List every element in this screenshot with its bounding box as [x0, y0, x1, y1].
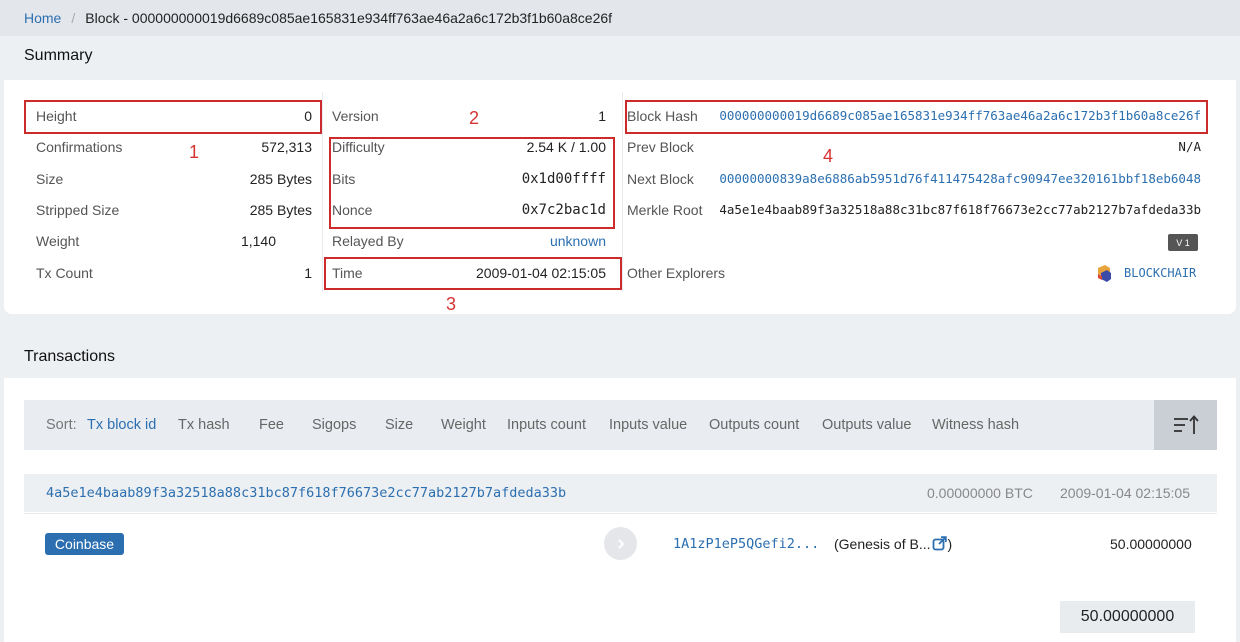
- confirmations-row: Confirmations 572,313: [36, 131, 312, 162]
- prev-block-value: N/A: [1178, 139, 1201, 154]
- merkle-root-label: Merkle Root: [627, 201, 703, 218]
- prev-block-row: Prev Block N/A: [627, 131, 1201, 162]
- tx-count-value: 1: [304, 264, 312, 281]
- output-label-text: (Genesis of B...: [834, 536, 931, 552]
- size-row: Size 285 Bytes: [36, 163, 312, 194]
- sort-direction-button[interactable]: [1154, 400, 1217, 450]
- sort-option-size[interactable]: Size: [385, 417, 413, 433]
- annotation-box-2: [329, 137, 615, 229]
- output-label-close: ): [947, 536, 953, 552]
- next-block-label: Next Block: [627, 170, 694, 187]
- summary-title: Summary: [0, 36, 1240, 76]
- tx-count-label: Tx Count: [36, 264, 93, 281]
- relayed-by-row: Relayed By unknown: [332, 225, 606, 256]
- sort-option-outputs-count[interactable]: Outputs count: [709, 417, 799, 433]
- transaction-hash-link[interactable]: 4a5e1e4baab89f3a32518a88c31bc87f618f7667…: [46, 485, 566, 501]
- transaction-fee: 0.00000000 BTC: [927, 485, 1033, 501]
- other-explorers-row: Other Explorers: [627, 257, 1201, 288]
- relayed-by-label: Relayed By: [332, 232, 404, 249]
- confirmations-value: 572,313: [261, 138, 312, 155]
- column-divider: [622, 92, 623, 292]
- sort-bar: Sort: Tx block id Tx hash Fee Sigops Siz…: [24, 400, 1217, 450]
- annotation-box-4: [625, 100, 1208, 134]
- next-block-row: Next Block 00000000839a8e6886ab5951d76f41…: [627, 163, 1201, 194]
- sort-option-tx-hash[interactable]: Tx hash: [178, 417, 230, 433]
- coinbase-badge: Coinbase: [45, 533, 124, 555]
- annotation-box-3: [324, 257, 622, 290]
- transactions-title: Transactions: [24, 348, 115, 365]
- annotation-number-1: 1: [189, 142, 200, 162]
- size-label: Size: [36, 170, 64, 187]
- relayed-by-link[interactable]: unknown: [550, 233, 606, 249]
- sort-option-inputs-value[interactable]: Inputs value: [609, 417, 687, 433]
- sort-ascending-icon: [1173, 415, 1199, 434]
- merkle-root-row: Merkle Root 4a5e1e4baab89f3a32518a88c31bc…: [627, 194, 1201, 225]
- annotation-number-2: 2: [469, 108, 480, 128]
- sort-label: Sort:: [46, 417, 77, 433]
- sort-option-weight[interactable]: Weight: [441, 417, 486, 433]
- transaction-total: 50.00000000: [1060, 601, 1195, 633]
- blockchair-link[interactable]: BLOCKCHAIR: [1124, 266, 1196, 280]
- weight-row: Weight 1,140: [36, 225, 276, 256]
- external-link-icon[interactable]: [932, 536, 948, 551]
- other-explorers-label: Other Explorers: [627, 264, 726, 281]
- annotation-number-4: 4: [823, 146, 834, 166]
- transaction-row: 4a5e1e4baab89f3a32518a88c31bc87f618f7667…: [24, 474, 1217, 512]
- version-label: Version: [332, 107, 379, 124]
- stripped-size-row: Stripped Size 285 Bytes: [36, 194, 312, 225]
- transaction-time: 2009-01-04 02:15:05: [1060, 485, 1190, 501]
- version-badge: V 1: [1168, 234, 1198, 251]
- tx-count-row: Tx Count 1: [36, 257, 312, 288]
- sort-option-outputs-value[interactable]: Outputs value: [822, 417, 911, 433]
- output-value: 50.00000000: [1110, 536, 1192, 552]
- breadcrumb: Home / Block - 000000000019d6689c085ae16…: [0, 0, 1240, 36]
- arrow-right-icon: [604, 527, 637, 560]
- sort-option-sigops[interactable]: Sigops: [312, 417, 356, 433]
- stripped-size-label: Stripped Size: [36, 201, 120, 218]
- next-block-link[interactable]: 00000000839a8e6886ab5951d76f411475428afc…: [719, 171, 1201, 186]
- confirmations-label: Confirmations: [36, 138, 123, 155]
- annotation-box-1: [24, 100, 322, 134]
- divider: [24, 513, 1217, 514]
- prev-block-label: Prev Block: [627, 138, 694, 155]
- sort-option-tx-block-id[interactable]: Tx block id: [87, 417, 156, 433]
- weight-value: 1,140: [240, 232, 276, 249]
- size-value: 285 Bytes: [249, 170, 312, 187]
- sort-option-fee[interactable]: Fee: [259, 417, 284, 433]
- breadcrumb-separator: /: [71, 10, 76, 26]
- merkle-root-value: 4a5e1e4baab89f3a32518a88c31bc87f618f7667…: [719, 202, 1201, 217]
- weight-label: Weight: [36, 232, 80, 249]
- output-address-label: (Genesis of B...): [834, 536, 952, 552]
- annotation-number-3: 3: [446, 294, 457, 314]
- version-value: 1: [598, 107, 606, 124]
- breadcrumb-current: Block - 000000000019d6689c085ae165831e93…: [85, 10, 613, 26]
- sort-option-inputs-count[interactable]: Inputs count: [507, 417, 586, 433]
- sort-option-witness-hash[interactable]: Witness hash: [932, 417, 1019, 433]
- blockchair-logo-icon[interactable]: [1096, 264, 1112, 284]
- output-address-link[interactable]: 1A1zP1eP5QGefi2...: [673, 536, 819, 552]
- stripped-size-value: 285 Bytes: [249, 201, 312, 218]
- column-divider: [322, 92, 323, 292]
- breadcrumb-home-link[interactable]: Home: [24, 10, 61, 26]
